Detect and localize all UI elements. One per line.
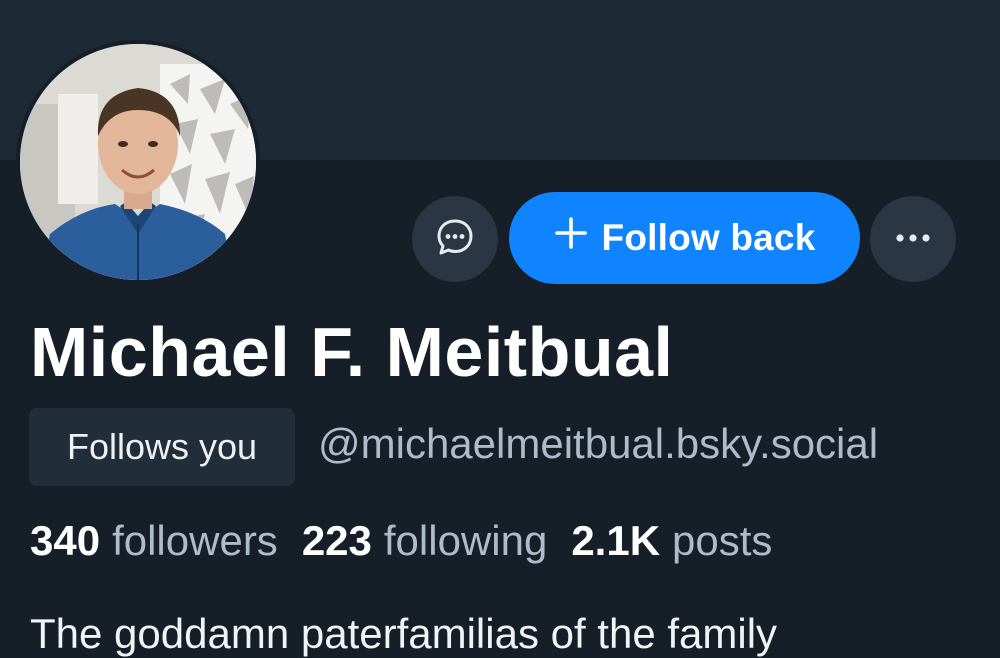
profile-handle[interactable]: @michaelmeitbual.bsky.social: [318, 420, 878, 468]
follow-back-button[interactable]: Follow back: [509, 192, 860, 284]
profile-bio: The goddamn paterfamilias of the family: [30, 610, 778, 657]
more-options-button[interactable]: [870, 196, 956, 282]
posts-count: 2.1K: [571, 517, 661, 564]
following-label[interactable]: following: [384, 517, 547, 565]
followers-label[interactable]: followers: [112, 517, 278, 565]
follow-back-label: Follow back: [601, 217, 816, 258]
plus-icon: [554, 216, 588, 257]
follows-you-badge: Follows you: [29, 408, 295, 486]
follows-you-label: Follows you: [66, 426, 258, 467]
display-name: Michael F. Meitbual: [30, 313, 674, 391]
ellipsis-icon: [895, 230, 931, 248]
chat-bubble-icon: [434, 216, 476, 263]
profile-stats: 340 followers 223 following 2.1K posts: [30, 517, 796, 565]
following-count[interactable]: 223: [302, 517, 372, 565]
message-button[interactable]: [412, 196, 498, 282]
followers-count[interactable]: 340: [30, 517, 100, 565]
posts-label: posts: [672, 517, 773, 564]
avatar[interactable]: [20, 44, 256, 280]
